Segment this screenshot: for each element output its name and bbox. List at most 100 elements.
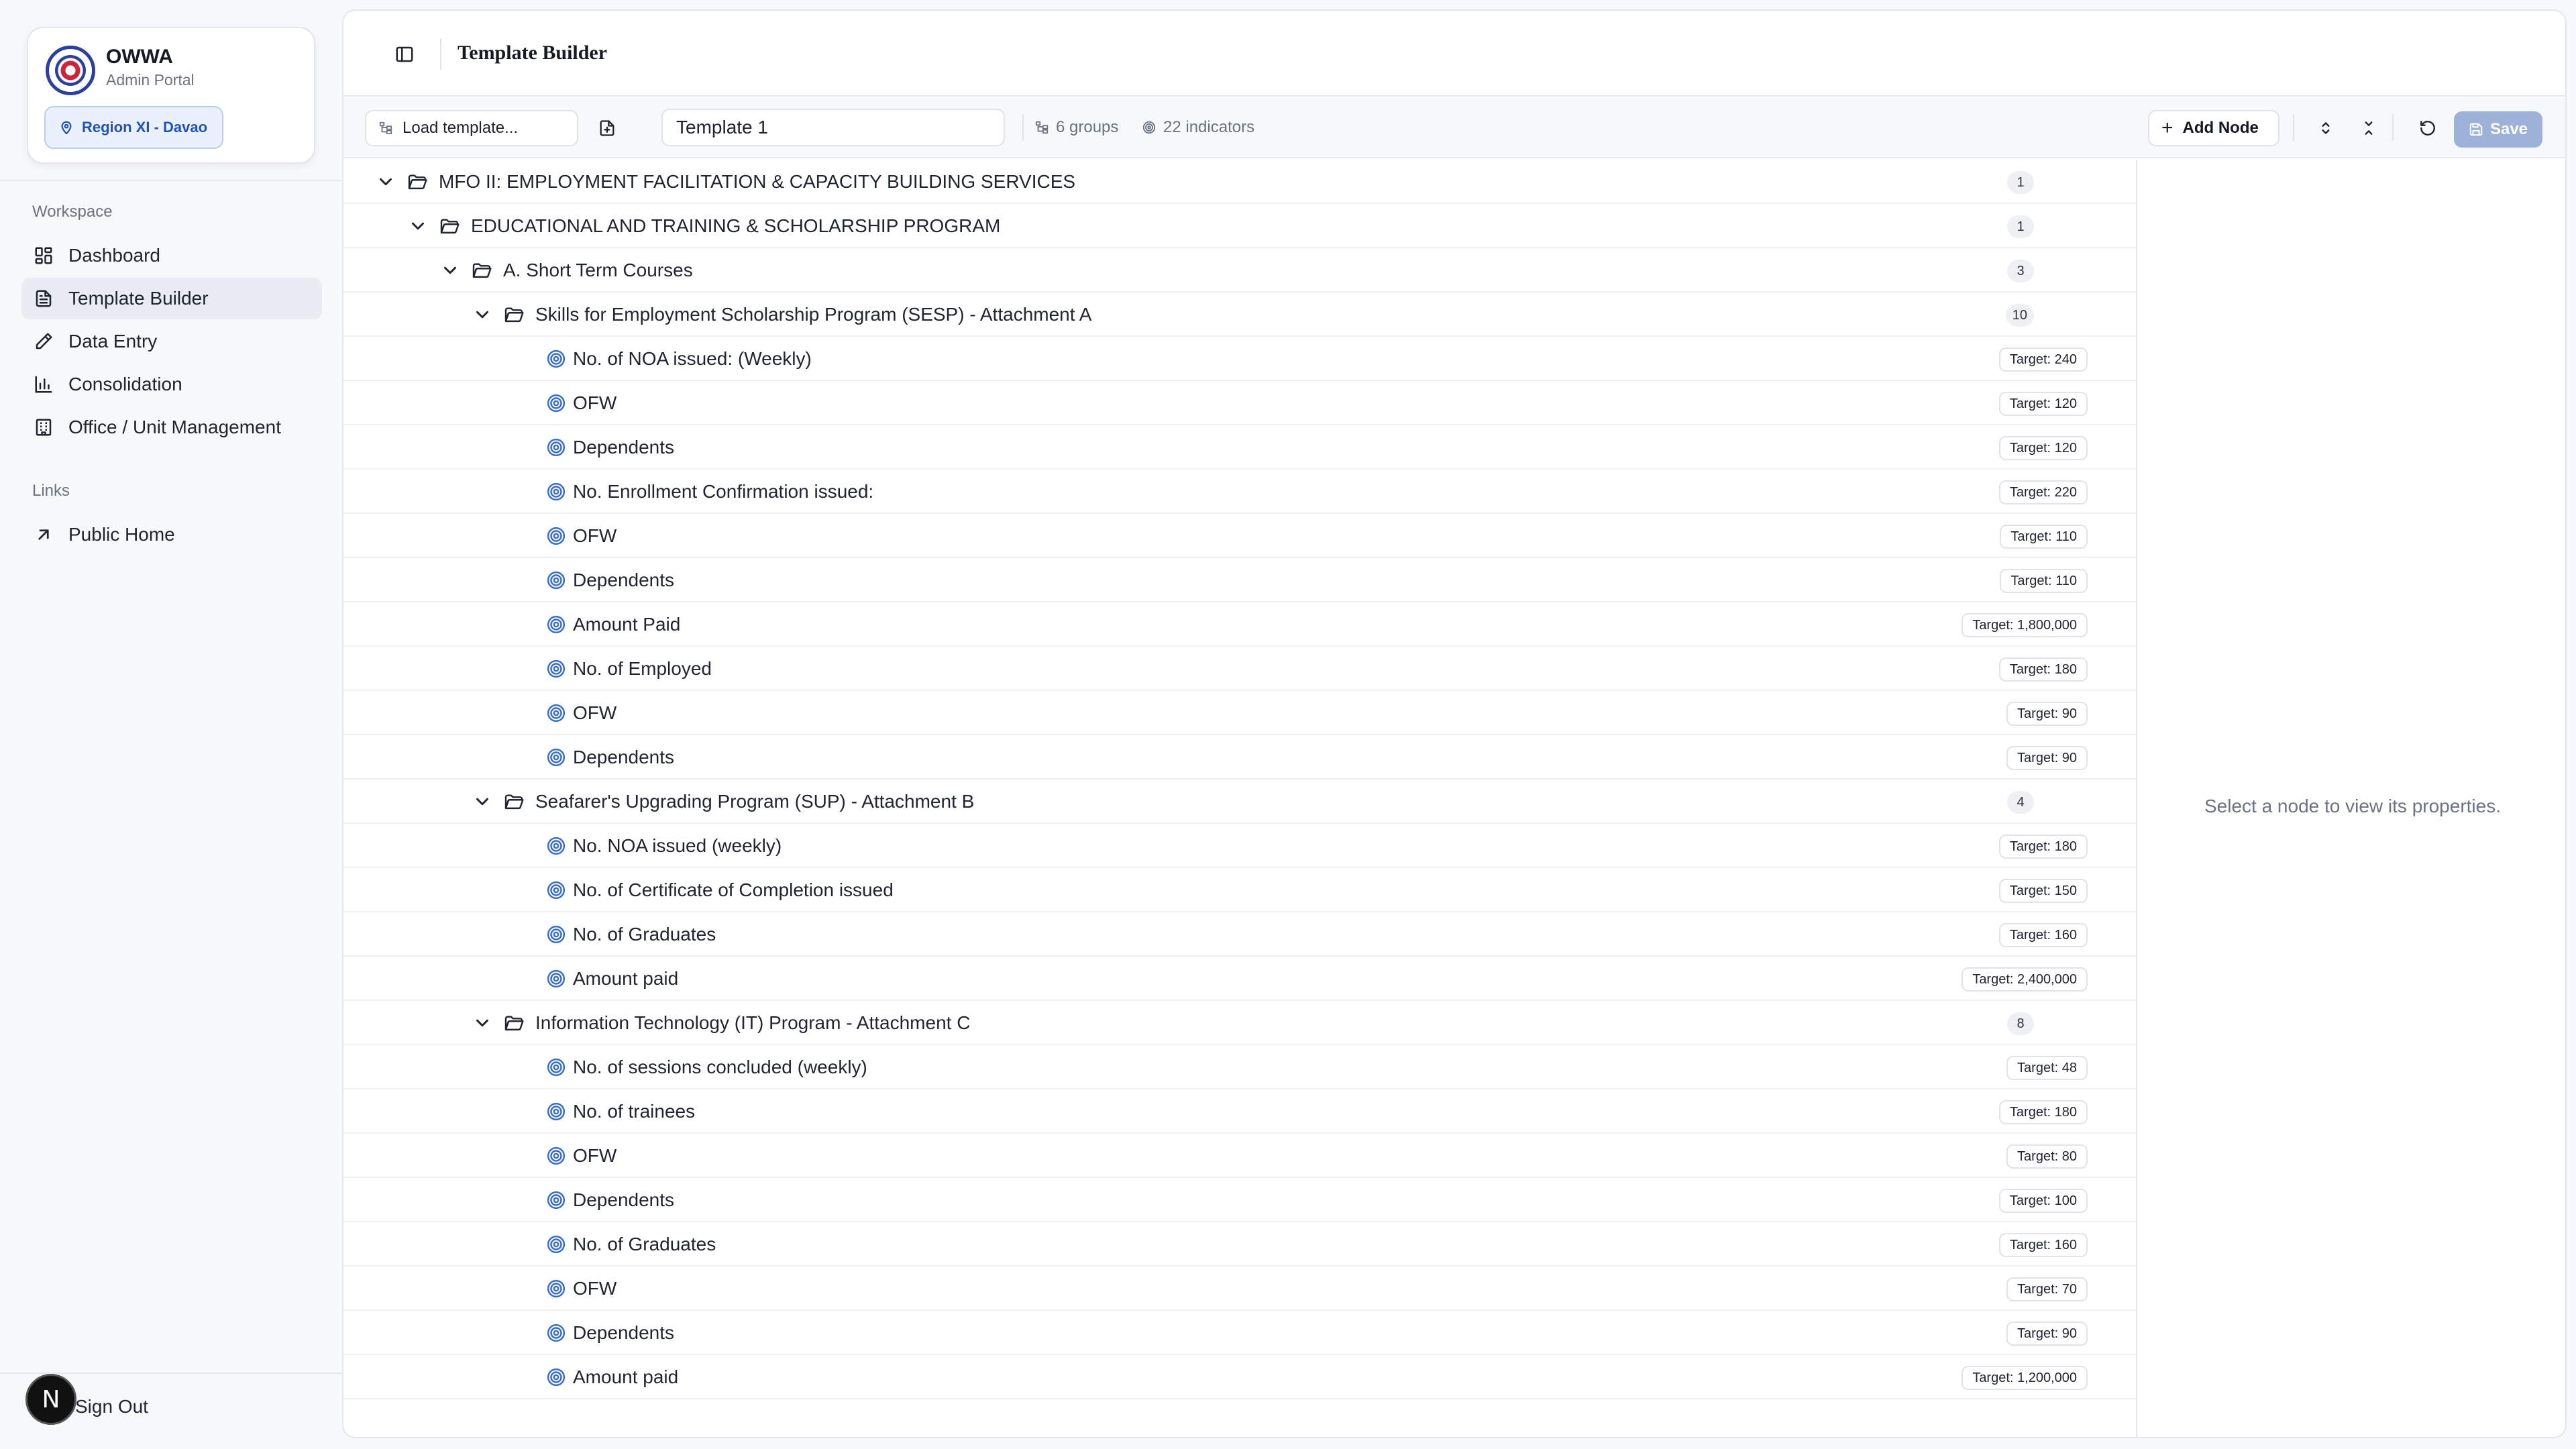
tree-indicator-label: OFW xyxy=(573,1278,617,1299)
region-label: Region XI - Davao xyxy=(82,119,208,136)
tree-indicator-row[interactable]: OFW Target: 120 xyxy=(343,381,2136,425)
tree-indicator-row[interactable]: Dependents Target: 90 xyxy=(343,1311,2136,1355)
target-icon xyxy=(546,659,566,679)
map-pin-icon xyxy=(61,121,72,135)
target-icon xyxy=(546,393,566,413)
tree-indicator-row[interactable]: OFW Target: 90 xyxy=(343,691,2136,735)
save-button[interactable]: Save xyxy=(2454,111,2542,148)
target-icon xyxy=(546,1323,566,1343)
tree-indicator-label: No. of Certificate of Completion issued xyxy=(573,879,894,900)
sidebar-item-dashboard[interactable]: Dashboard xyxy=(21,235,322,276)
folder-open-icon xyxy=(503,791,525,812)
tree-indicator-label: Amount paid xyxy=(573,1366,679,1387)
sidebar-item-data-entry[interactable]: Data Entry xyxy=(21,321,322,362)
tree-group-label: Skills for Employment Scholarship Progra… xyxy=(535,304,1092,325)
page-title: Template Builder xyxy=(458,42,608,64)
tree-indicator-row[interactable]: Dependents Target: 90 xyxy=(343,735,2136,780)
properties-panel: Select a node to view its properties. xyxy=(2136,160,2565,1437)
add-node-button[interactable]: + Add Node xyxy=(2148,110,2279,146)
tree-indicator-label: No. of sessions concluded (weekly) xyxy=(573,1057,867,1077)
tree-indicator-row[interactable]: No. of NOA issued: (Weekly) Target: 240 xyxy=(343,337,2136,381)
tree-group-row[interactable]: EDUCATIONAL AND TRAINING & SCHOLARSHIP P… xyxy=(343,204,2136,248)
tree-indicator-label: OFW xyxy=(573,392,617,413)
properties-empty-message: Select a node to view its properties. xyxy=(2204,796,2501,816)
child-count-badge: 3 xyxy=(2007,260,2034,282)
target-badge: Target: 100 xyxy=(1998,1189,2088,1213)
tree-indicator-row[interactable]: Dependents Target: 120 xyxy=(343,425,2136,470)
sidebar-item-label: Public Home xyxy=(68,524,175,545)
region-badge[interactable]: Region XI - Davao xyxy=(44,106,224,149)
chevron-down-icon[interactable] xyxy=(472,1013,492,1033)
groups-count: 6 groups xyxy=(1056,118,1119,136)
tree-indicator-row[interactable]: OFW Target: 80 xyxy=(343,1134,2136,1178)
load-template-select[interactable]: Load template... xyxy=(365,110,578,146)
sidebar-item-consolidation[interactable]: Consolidation xyxy=(21,364,322,405)
tree-indicator-row[interactable]: OFW Target: 110 xyxy=(343,514,2136,558)
tree-group-row[interactable]: Seafarer's Upgrading Program (SUP) - Att… xyxy=(343,780,2136,824)
pencil-icon xyxy=(36,333,52,350)
target-icon xyxy=(546,747,566,767)
toolbar-divider xyxy=(2293,114,2294,141)
tree-indicator-row[interactable]: No. Enrollment Confirmation issued: Targe… xyxy=(343,470,2136,514)
tree-group-row[interactable]: Skills for Employment Scholarship Progra… xyxy=(343,292,2136,337)
target-icon xyxy=(546,924,566,945)
chevron-down-icon[interactable] xyxy=(472,792,492,812)
tree-indicator-row[interactable]: No. of Graduates Target: 160 xyxy=(343,912,2136,957)
target-badge: Target: 180 xyxy=(1998,657,2088,682)
sidebar-toggle-icon[interactable] xyxy=(394,44,415,64)
chevron-down-icon[interactable] xyxy=(408,216,428,236)
tree-indicator-row[interactable]: Dependents Target: 110 xyxy=(343,558,2136,602)
target-badge: Target: 90 xyxy=(2006,746,2088,770)
sidebar-item-public-home[interactable]: Public Home xyxy=(21,514,322,555)
target-badge: Target: 1,200,000 xyxy=(1962,1366,2088,1390)
tree-indicator-row[interactable]: No. of Certificate of Completion issued T… xyxy=(343,868,2136,912)
template-tree: MFO II: EMPLOYMENT FACILITATION & CAPACI… xyxy=(343,160,2136,1399)
folder-open-icon xyxy=(439,215,460,237)
target-icon xyxy=(546,1146,566,1166)
load-template-label: Load template... xyxy=(402,119,519,137)
workspace-section-label: Workspace xyxy=(32,203,113,221)
tree-indicator-label: Amount paid xyxy=(573,968,679,989)
sidebar-item-label: Consolidation xyxy=(68,374,182,394)
tree-indicator-row[interactable]: Amount Paid Target: 1,800,000 xyxy=(343,602,2136,647)
tree-indicator-row[interactable]: No. of Employed Target: 180 xyxy=(343,647,2136,691)
target-badge: Target: 160 xyxy=(1998,923,2088,947)
target-icon xyxy=(546,526,566,546)
target-badge: Target: 48 xyxy=(2006,1056,2088,1080)
reset-button[interactable] xyxy=(2416,117,2439,140)
indicators-stat: 22 indicators xyxy=(1142,118,1254,137)
sidebar-item-office-unit-management[interactable]: Office / Unit Management xyxy=(21,407,322,448)
target-badge: Target: 90 xyxy=(2006,702,2088,726)
tree-group-row[interactable]: Information Technology (IT) Program - At… xyxy=(343,1001,2136,1045)
chevron-down-icon[interactable] xyxy=(472,305,492,325)
tree-structure-icon xyxy=(1035,121,1049,134)
tree-indicator-row[interactable]: Amount paid Target: 2,400,000 xyxy=(343,957,2136,1001)
expand-all-button[interactable] xyxy=(2314,117,2337,140)
sidebar-item-template-builder[interactable]: Template Builder xyxy=(21,278,322,319)
tree-indicator-row[interactable]: OFW Target: 70 xyxy=(343,1267,2136,1311)
tree-indicator-row[interactable]: No. of sessions concluded (weekly) Target… xyxy=(343,1045,2136,1089)
chevron-down-icon[interactable] xyxy=(440,260,460,280)
groups-stat: 6 groups xyxy=(1034,118,1118,137)
chevron-down-icon[interactable] xyxy=(376,172,396,192)
tree-group-row[interactable]: MFO II: EMPLOYMENT FACILITATION & CAPACI… xyxy=(343,160,2136,204)
tree-group-label: Seafarer's Upgrading Program (SUP) - Att… xyxy=(535,791,975,812)
tree-indicator-row[interactable]: Amount paid Target: 1,200,000 xyxy=(343,1355,2136,1399)
tree-indicator-row[interactable]: Dependents Target: 100 xyxy=(343,1178,2136,1222)
tree-indicator-row[interactable]: No. of trainees Target: 180 xyxy=(343,1089,2136,1134)
owwa-logo xyxy=(46,46,95,95)
tree-indicator-row[interactable]: No. NOA issued (weekly) Target: 180 xyxy=(343,824,2136,868)
target-icon xyxy=(546,614,566,635)
tree-indicator-label: No. of trainees xyxy=(573,1101,696,1122)
target-icon xyxy=(546,1190,566,1210)
import-file-button[interactable] xyxy=(596,117,619,140)
user-avatar[interactable]: N xyxy=(25,1374,76,1425)
sidebar-item-label: Office / Unit Management xyxy=(68,417,281,437)
tree-group-row[interactable]: A. Short Term Courses 3 xyxy=(343,248,2136,292)
tree-indicator-label: OFW xyxy=(573,525,617,546)
template-name-input[interactable]: Template 1 xyxy=(661,109,1005,146)
collapse-all-button[interactable] xyxy=(2357,117,2380,140)
sidebar-divider xyxy=(0,180,342,181)
folder-open-icon xyxy=(407,171,428,193)
tree-indicator-row[interactable]: No. of Graduates Target: 160 xyxy=(343,1222,2136,1267)
